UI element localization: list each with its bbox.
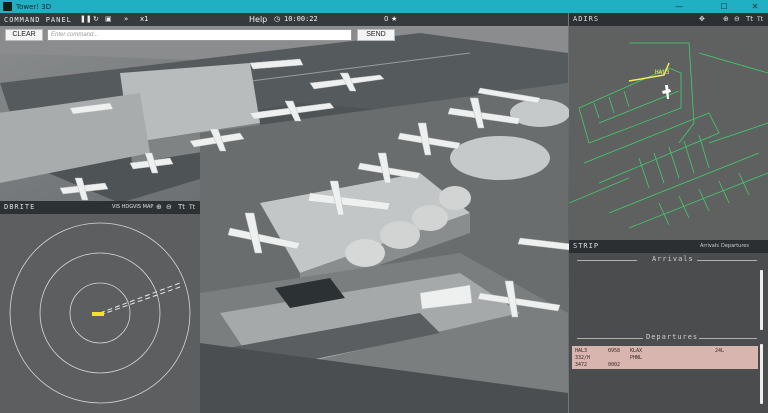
tab-arrivals[interactable]: Arrivals	[700, 240, 719, 253]
minimize-button[interactable]: —	[666, 0, 692, 13]
arrivals-divider-left	[577, 260, 637, 261]
text-size-down-icon[interactable]: Tt	[189, 201, 195, 214]
strip-time: 0958	[608, 348, 621, 354]
vis-map-toggle[interactable]: VIS MAP	[133, 201, 153, 214]
text-size-up-icon[interactable]: Tt	[746, 13, 753, 26]
departures-section-title: Departures	[646, 333, 699, 341]
strip-squawk: 3472	[575, 362, 588, 368]
flight-strip[interactable]: HAL3 332/H 3472 0958 0002 KLAX PHNL 24L	[572, 346, 758, 369]
strip-origin: PHNL	[630, 355, 643, 361]
camera-icon[interactable]: ▣	[105, 13, 112, 26]
dbrite-title: DBRITE	[4, 203, 36, 211]
close-button[interactable]: ✕	[742, 0, 768, 13]
departures-divider-left	[577, 338, 643, 339]
strip-panel: STRIP Arrivals Departures Arrivals Depar…	[569, 240, 768, 413]
clock-icon: ◷	[274, 15, 281, 23]
text-size-down-icon[interactable]: Tt	[757, 13, 763, 26]
strip-aircraft-type: 332/H	[575, 355, 591, 361]
help-link[interactable]: Help	[249, 13, 267, 26]
departures-scrollbar[interactable]	[760, 344, 763, 404]
score-value: 0	[384, 15, 389, 23]
clear-button[interactable]: CLEAR	[5, 29, 43, 41]
replay-icon[interactable]: ↻	[93, 13, 99, 26]
fast-forward-icon[interactable]: »	[124, 13, 128, 26]
departures-divider-right	[699, 338, 757, 339]
adirs-panel[interactable]: ADIRS ✥ ⊕ ⊖ Tt Tt HAL3	[569, 13, 768, 240]
strip-time2: 0002	[608, 362, 621, 368]
command-input[interactable]: Enter command...	[47, 29, 352, 41]
tab-departures[interactable]: Departures	[721, 240, 749, 253]
window-titlebar: Tower! 3D — ☐ ✕	[0, 0, 768, 13]
send-button[interactable]: SEND	[357, 29, 395, 41]
command-panel-title: COMMAND PANEL	[4, 15, 72, 24]
adirs-aircraft-label[interactable]: HAL3	[655, 69, 669, 76]
strip-title: STRIP	[573, 242, 600, 250]
arrivals-divider-right	[697, 260, 757, 261]
strip-runway: 24L	[715, 348, 725, 354]
strip-callsign: HAL3	[575, 348, 588, 354]
zoom-in-icon[interactable]: ⊕	[723, 13, 729, 26]
move-icon[interactable]: ✥	[699, 13, 705, 26]
arrivals-scrollbar[interactable]	[760, 270, 763, 330]
zoom-out-icon[interactable]: ⊖	[734, 13, 740, 26]
zoom-in-icon[interactable]: ⊕	[156, 201, 162, 214]
star-icon: ★	[391, 15, 398, 23]
command-panel-header: COMMAND PANEL ❚❚ ↻ ▣ » x1 Help ◷ 10:00:2…	[0, 13, 568, 26]
pause-icon[interactable]: ❚❚	[80, 13, 92, 26]
maximize-button[interactable]: ☐	[711, 0, 737, 13]
app-icon	[3, 2, 12, 11]
sim-clock: 10:00:22	[284, 15, 318, 23]
arrivals-section-title: Arrivals	[652, 255, 694, 263]
adirs-map	[569, 26, 768, 240]
dbrite-radar	[0, 213, 200, 413]
vis-hdg-toggle[interactable]: VIS HDG	[112, 201, 133, 214]
text-size-up-icon[interactable]: Tt	[178, 201, 185, 214]
adirs-title: ADIRS	[573, 15, 600, 23]
strip-destination: KLAX	[630, 348, 643, 354]
sim-speed: x1	[140, 15, 149, 23]
dbrite-panel[interactable]: DBRITE VIS HDG VIS MAP ⊕ ⊖ Tt Tt	[0, 201, 200, 413]
window-title: Tower! 3D	[16, 2, 52, 11]
zoom-out-icon[interactable]: ⊖	[166, 201, 172, 214]
